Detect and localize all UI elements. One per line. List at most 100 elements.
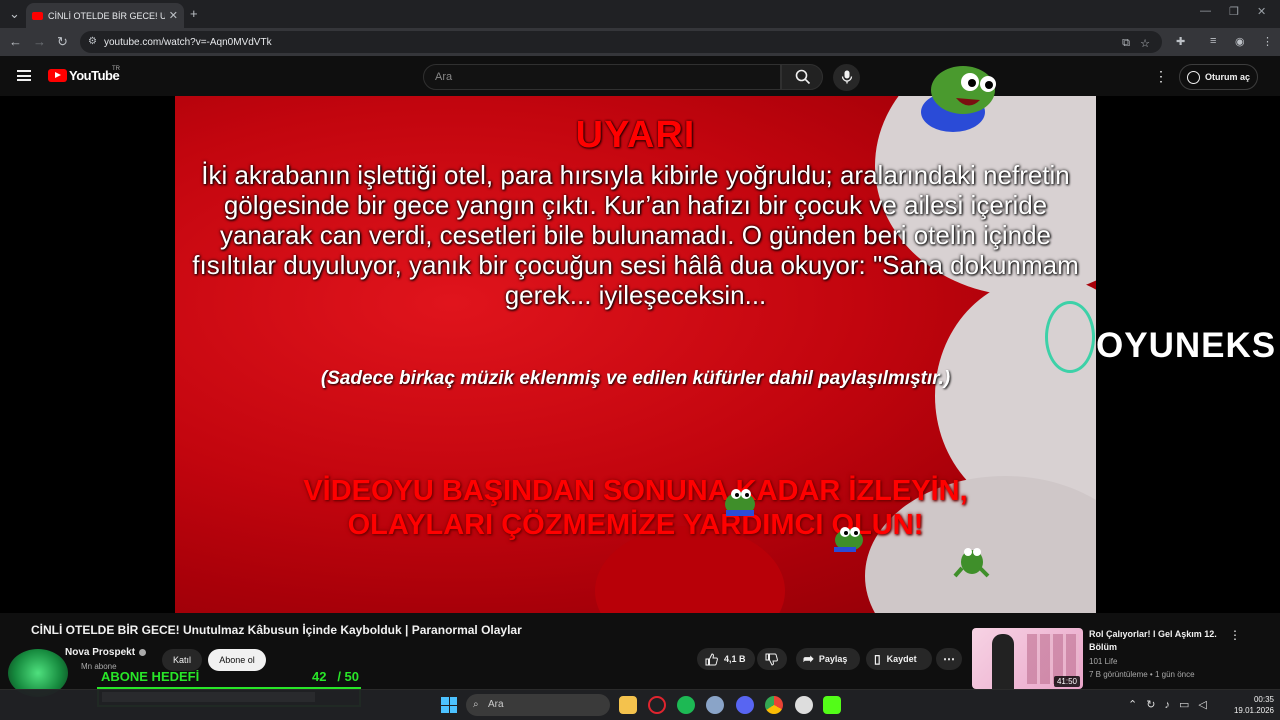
- recommended-more-icon[interactable]: ⋮: [1229, 628, 1241, 642]
- pepe-frog-icon: [921, 66, 996, 132]
- subscribe-button[interactable]: Abone ol: [208, 649, 266, 671]
- microphone-icon: [841, 70, 853, 84]
- recommended-thumbnail[interactable]: 41:50: [972, 628, 1083, 689]
- close-window-icon[interactable]: ✕: [1257, 5, 1266, 18]
- mic-tray-icon[interactable]: ♪: [1164, 699, 1179, 711]
- browser-toolbar: ← → ↻ ⚙ youtube.com/watch?v=-Aqn0MVdVTk …: [0, 28, 1280, 56]
- cta-line-2: OLAYLARI ÇÖZMEMİZE YARDIMCI OLUN!: [347, 509, 924, 541]
- youtube-logo-icon[interactable]: [48, 69, 67, 82]
- tab-title: CİNLİ OTELDE BİR GECE! Unutul: [48, 10, 165, 21]
- search-button[interactable]: [781, 64, 823, 90]
- video-frame[interactable]: UYARI İki akrabanın işlettiği otel, para…: [175, 96, 1096, 613]
- recommended-title[interactable]: Rol Çalıyorlar! l Gel Aşkım 12. Bölüm: [1089, 628, 1229, 654]
- media-icon[interactable]: ≡: [1210, 35, 1216, 47]
- youtube-masthead: YouTube TR Ara ⋮ Oturum aç: [0, 56, 1280, 96]
- tray-chevron-icon[interactable]: ⌃: [1128, 699, 1146, 711]
- file-explorer-icon[interactable]: [619, 696, 637, 714]
- streamer-watermark: OYUNEKS: [1096, 326, 1277, 365]
- share-arrow-icon: ➦: [803, 651, 814, 666]
- system-tray[interactable]: ⌃↻♪▭◁: [1128, 698, 1216, 711]
- video-note: (Sadece birkaç müzik eklenmiş ve edilen …: [320, 368, 951, 389]
- thumbs-up-icon: [705, 652, 718, 665]
- video-duration: 41:50: [1053, 676, 1080, 687]
- forward-icon[interactable]: →: [33, 34, 46, 50]
- oyuneks-logo-icon: [1045, 301, 1095, 373]
- clock-date: 19.01.2026: [1233, 706, 1274, 715]
- subscriber-goal-count: 42 / 50: [312, 669, 359, 684]
- save-label: Kaydet: [886, 654, 917, 664]
- save-button[interactable]: ▯ Kaydet: [866, 648, 932, 670]
- chrome-icon[interactable]: [765, 696, 783, 714]
- region-code: TR: [112, 66, 120, 72]
- subscriber-goal-label: ABONE HEDEFİ: [101, 669, 200, 684]
- extensions-icon[interactable]: ✚: [1176, 35, 1185, 48]
- volume-icon[interactable]: ◁: [1198, 699, 1215, 711]
- reload-icon[interactable]: ↻: [57, 34, 68, 50]
- browser-tab-strip: ⌄ CİNLİ OTELDE BİR GECE! Unutul ✕ + — ❐ …: [0, 0, 1280, 28]
- more-actions-button[interactable]: ⋯: [936, 648, 962, 670]
- thumbnail-figure: [992, 634, 1014, 689]
- taskbar-search-input[interactable]: ⌕ Ara: [466, 694, 610, 716]
- sync-icon[interactable]: ↻: [1146, 699, 1164, 711]
- minimize-icon[interactable]: —: [1200, 5, 1211, 17]
- pepe-frog-icon: [725, 489, 755, 516]
- settings-more-icon[interactable]: ⋮: [1154, 68, 1168, 85]
- spotify-icon[interactable]: [677, 696, 695, 714]
- clock-time: 00:35: [1253, 695, 1274, 704]
- new-tab-icon[interactable]: +: [190, 6, 198, 22]
- goal-target: / 50: [337, 669, 359, 684]
- steam-app-icon[interactable]: [706, 696, 724, 714]
- recommended-meta: 7 B görüntüleme • 1 gün önce: [1089, 670, 1195, 679]
- share-button[interactable]: ➦ Paylaş: [796, 648, 860, 670]
- share-label: Paylaş: [818, 654, 848, 664]
- windows-taskbar: ⌕ Ara ⌃↻♪▭◁ 00:35 19.01.2026: [0, 689, 1280, 720]
- goal-current: 42: [312, 669, 327, 684]
- like-count: 4,1 B: [724, 654, 746, 664]
- join-button[interactable]: Katıl: [162, 649, 202, 671]
- address-bar[interactable]: ⚙ youtube.com/watch?v=-Aqn0MVdVTk ⧉ ☆: [80, 31, 1162, 53]
- signin-button[interactable]: Oturum aç: [1179, 64, 1258, 90]
- url-text: youtube.com/watch?v=-Aqn0MVdVTk: [104, 36, 272, 48]
- close-tab-icon[interactable]: ✕: [169, 9, 178, 22]
- cast-icon[interactable]: ⧉: [1122, 37, 1130, 50]
- cta-line-1: VİDEOYU BAŞINDAN SONUNA KADAR İZLEYİN,: [303, 475, 968, 507]
- profile-icon[interactable]: ◉: [1235, 35, 1245, 48]
- thumbs-down-icon: [765, 653, 778, 666]
- kick-icon[interactable]: [823, 696, 841, 714]
- like-button[interactable]: 4,1 B: [697, 648, 755, 670]
- discord-icon[interactable]: [736, 696, 754, 714]
- obs-icon[interactable]: [795, 696, 813, 714]
- taskbar-clock[interactable]: 00:35 19.01.2026: [1222, 694, 1274, 716]
- back-icon[interactable]: ←: [9, 34, 22, 50]
- dislike-button[interactable]: [757, 648, 787, 670]
- display-icon[interactable]: ▭: [1179, 699, 1198, 711]
- site-info-icon[interactable]: ⚙: [88, 36, 97, 47]
- video-title: CİNLİ OTELDE BİR GECE! Unutulmaz Kâbusun…: [31, 623, 522, 637]
- video-call-to-action: VİDEOYU BAŞINDAN SONUNA KADAR İZLEYİN, O…: [175, 474, 1096, 542]
- restore-icon[interactable]: ❐: [1229, 5, 1239, 18]
- taskbar-search-icon: ⌕: [473, 699, 479, 710]
- account-icon: [1187, 70, 1200, 84]
- bookmark-star-icon[interactable]: ☆: [1140, 37, 1150, 50]
- video-body-text: İki akrabanın işlettiği otel, para hırsı…: [192, 160, 1079, 310]
- windows-start-icon[interactable]: [441, 697, 457, 713]
- more-horizontal-icon: ⋯: [943, 652, 955, 666]
- menu-icon[interactable]: ⋮: [1262, 35, 1273, 48]
- video-player[interactable]: UYARI İki akrabanın işlettiği otel, para…: [0, 66, 1280, 613]
- opera-icon[interactable]: [648, 696, 666, 714]
- bookmark-icon: ▯: [874, 652, 881, 666]
- pepe-frog-icon: [953, 548, 990, 578]
- taskbar-search-placeholder: Ara: [488, 699, 504, 710]
- verified-check-icon: [139, 649, 146, 656]
- search-icon: [795, 69, 811, 85]
- channel-name[interactable]: Nova Prospekt: [65, 647, 135, 658]
- browser-tab[interactable]: CİNLİ OTELDE BİR GECE! Unutul ✕: [26, 3, 184, 28]
- recommended-channel[interactable]: 101 Life: [1089, 657, 1117, 666]
- search-input[interactable]: Ara: [423, 64, 781, 90]
- youtube-favicon-icon: [32, 11, 43, 20]
- tab-search-icon[interactable]: ⌄: [9, 6, 20, 22]
- hamburger-menu-icon[interactable]: [17, 70, 31, 81]
- signin-label: Oturum aç: [1205, 72, 1251, 82]
- pepe-frog-icon: [834, 527, 863, 552]
- voice-search-button[interactable]: [833, 64, 860, 91]
